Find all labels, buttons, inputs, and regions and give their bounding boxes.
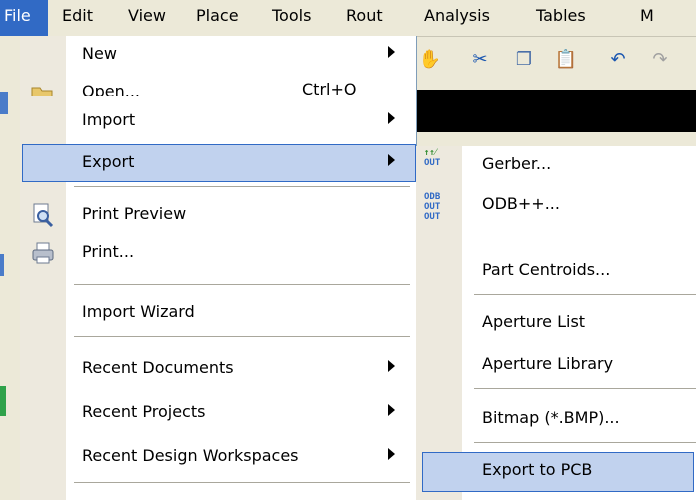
submenu-separator	[474, 442, 696, 443]
menu-separator	[74, 186, 410, 187]
menu-item-new[interactable]: New	[20, 36, 416, 74]
menu-item-label: Print...	[82, 242, 135, 261]
menu-tables[interactable]: Tables	[536, 6, 586, 25]
menu-item-print[interactable]: Print...	[20, 234, 416, 272]
menu-item-recent-projects[interactable]: Recent Projects	[20, 394, 416, 432]
print-preview-icon	[33, 203, 54, 228]
submenu-item-label: Export to PCB	[482, 460, 593, 479]
menu-file[interactable]: File	[0, 0, 48, 36]
export-submenu: ↑↑⁄ OUT Gerber... ODB OUT OUT ODB++... Part…	[416, 146, 696, 500]
gerber-out-icon: ↑↑⁄ OUT	[424, 148, 441, 168]
menu-rout[interactable]: Rout	[346, 6, 383, 25]
menu-item-import-wizard[interactable]: Import Wizard	[20, 294, 416, 332]
strip-marker	[0, 254, 4, 276]
submenu-arrow-icon	[388, 448, 395, 460]
menu-place[interactable]: Place	[196, 6, 239, 25]
submenu-item-bitmap[interactable]: Bitmap (*.BMP)...	[416, 400, 696, 438]
submenu-item-label: ODB++...	[482, 194, 560, 213]
submenu-arrow-icon	[388, 360, 395, 372]
menu-item-recent-documents[interactable]: Recent Documents	[20, 350, 416, 388]
menu-more[interactable]: M	[640, 6, 654, 25]
submenu-arrow-icon	[388, 404, 395, 416]
menu-item-export[interactable]: Export	[20, 144, 416, 182]
menu-item-shortcut: Ctrl+O	[302, 80, 357, 96]
submenu-arrow-icon	[388, 46, 395, 58]
menu-item-label: Print Preview	[82, 204, 187, 223]
odb-out-icon: ODB OUT OUT	[424, 192, 441, 222]
submenu-item-aperture-list[interactable]: Aperture List	[416, 304, 696, 342]
submenu-item-label: Gerber...	[482, 154, 552, 173]
submenu-separator	[474, 294, 696, 295]
menu-item-print-preview[interactable]: Print Preview	[20, 196, 416, 234]
menu-item-import[interactable]: Import	[20, 102, 416, 140]
menu-item-label: Import Wizard	[82, 302, 195, 321]
menu-item-label: Import	[82, 110, 136, 129]
menu-edit[interactable]: Edit	[62, 6, 93, 25]
strip-marker	[0, 92, 8, 114]
menu-item-label: Recent Design Workspaces	[82, 446, 299, 465]
menu-view[interactable]: View	[128, 6, 166, 25]
workspace-header	[416, 90, 696, 132]
open-folder-icon	[31, 87, 53, 96]
file-menu: New Open... Ctrl+O Import Export Print P…	[20, 36, 417, 500]
undo-icon[interactable]: ↶	[606, 48, 630, 72]
redo-icon[interactable]: ↷	[648, 48, 672, 72]
menu-separator	[74, 336, 410, 337]
menu-file-label: File	[4, 6, 31, 25]
menu-separator	[74, 482, 410, 483]
menu-item-label: Export	[82, 152, 135, 171]
printer-icon	[32, 242, 54, 264]
pan-hand-icon[interactable]: ✋	[418, 48, 442, 72]
menu-tools[interactable]: Tools	[272, 6, 311, 25]
submenu-item-aperture-library[interactable]: Aperture Library	[416, 346, 696, 384]
submenu-item-part-centroids[interactable]: Part Centroids...	[416, 252, 696, 290]
submenu-item-label: Bitmap (*.BMP)...	[482, 408, 620, 427]
menu-item-recent-design-workspaces[interactable]: Recent Design Workspaces	[20, 438, 416, 476]
submenu-item-export-to-pcb[interactable]: Export to PCB	[416, 452, 696, 492]
menu-item-label: Open...	[82, 82, 140, 96]
submenu-item-gerber[interactable]: ↑↑⁄ OUT Gerber...	[416, 146, 696, 184]
submenu-item-label: Aperture List	[482, 312, 586, 331]
menu-bar: File Edit View Place Tools Rout Analysis…	[0, 0, 696, 37]
menu-item-label: Recent Projects	[82, 402, 206, 421]
submenu-item-label: Aperture Library	[482, 354, 614, 373]
strip-marker	[0, 386, 6, 416]
menu-separator	[74, 284, 410, 285]
submenu-separator	[474, 388, 696, 389]
menu-analysis[interactable]: Analysis	[424, 6, 490, 25]
submenu-item-label: Part Centroids...	[482, 260, 611, 279]
submenu-arrow-icon	[388, 112, 395, 124]
menu-item-open[interactable]: Open... Ctrl+O	[20, 74, 416, 96]
submenu-item-odb[interactable]: ODB OUT OUT ODB++...	[416, 190, 696, 228]
submenu-arrow-icon	[388, 154, 395, 166]
copy-icon[interactable]: ❐	[512, 48, 536, 72]
cut-icon[interactable]: ✂	[468, 48, 492, 72]
paste-icon[interactable]: 📋	[554, 48, 578, 72]
menu-item-label: New	[82, 44, 117, 63]
left-strip	[0, 36, 20, 500]
menu-item-label: Recent Documents	[82, 358, 234, 377]
toolbar: ✋ ✂ ❐ 📋 ↶ ↷	[416, 37, 696, 89]
